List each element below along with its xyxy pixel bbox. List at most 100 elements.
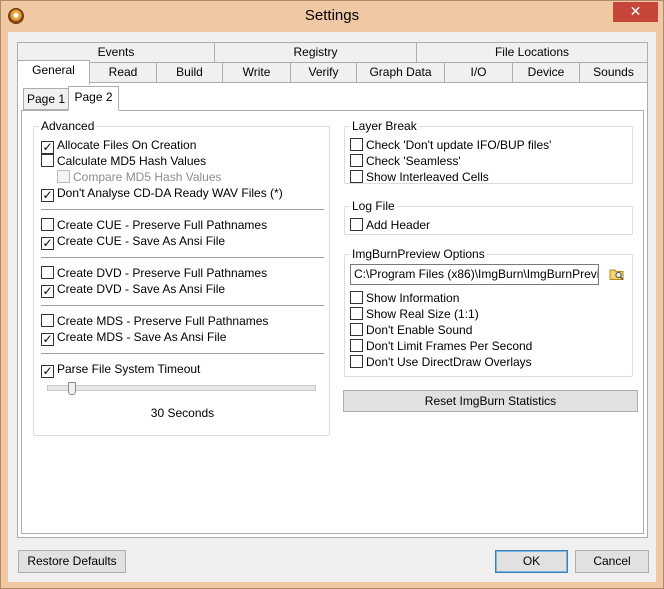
subtab-label: Page 2 xyxy=(74,90,113,104)
checkbox-label: Don't Enable Sound xyxy=(366,323,473,337)
checkbox-label: Add Header xyxy=(366,218,431,232)
checkbox-box[interactable] xyxy=(350,355,363,368)
separator xyxy=(41,353,324,354)
checkbox-box[interactable] xyxy=(350,339,363,352)
layer-break-group-title: Layer Break xyxy=(350,119,419,133)
tab-label: General xyxy=(32,63,75,77)
tab-verify[interactable]: Verify xyxy=(290,62,357,83)
checkbox-label: Show Interleaved Cells xyxy=(366,170,489,184)
tab-sounds[interactable]: Sounds xyxy=(579,62,648,83)
checkbox-label: Allocate Files On Creation xyxy=(57,138,197,152)
checkbox-box[interactable]: ✓ xyxy=(41,365,54,378)
window-title: Settings xyxy=(304,7,360,24)
checkbox-box[interactable]: ✓ xyxy=(41,141,54,154)
advanced-group-title: Advanced xyxy=(39,119,97,133)
checkbox-label: Show Real Size (1:1) xyxy=(366,307,479,321)
checkbox-box[interactable] xyxy=(350,138,363,151)
tab-label: Write xyxy=(242,65,271,79)
reset-statistics-button[interactable]: Reset ImgBurn Statistics xyxy=(343,390,638,412)
tab-label: Registry xyxy=(293,45,338,59)
tab-label: Events xyxy=(97,45,135,59)
timeout-value-label: 30 Seconds xyxy=(150,406,215,420)
tab-file-locations[interactable]: File Locations xyxy=(416,42,648,63)
checkbox-box[interactable] xyxy=(350,323,363,336)
show-information-checkbox[interactable]: Show Information xyxy=(350,291,459,307)
checkbox-label: Don't Limit Frames Per Second xyxy=(366,339,533,353)
add-header-checkbox[interactable]: Add Header xyxy=(350,218,430,234)
checkbox-box[interactable] xyxy=(350,218,363,231)
parse-timeout-checkbox[interactable]: ✓ Parse File System Timeout xyxy=(41,362,200,378)
checkbox-label: Don't Analyse CD-DA Ready WAV Files (*) xyxy=(57,186,283,200)
checkbox-label: Create CUE - Save As Ansi File xyxy=(57,234,226,248)
dvd-ansi-checkbox[interactable]: ✓ Create DVD - Save As Ansi File xyxy=(41,282,225,298)
checkbox-label: Create DVD - Preserve Full Pathnames xyxy=(57,266,268,280)
tab-label: File Locations xyxy=(494,45,570,59)
separator xyxy=(41,305,324,306)
dont-use-directdraw-checkbox[interactable]: Don't Use DirectDraw Overlays xyxy=(350,355,532,371)
checkbox-box[interactable] xyxy=(350,170,363,183)
tab-label: I/O xyxy=(470,65,487,79)
tab-label: Read xyxy=(108,65,138,79)
tab-label: Graph Data xyxy=(369,65,432,79)
checkbox-box[interactable]: ✓ xyxy=(41,333,54,346)
mds-preserve-checkbox[interactable]: Create MDS - Preserve Full Pathnames xyxy=(41,314,268,330)
interleaved-cells-checkbox[interactable]: Show Interleaved Cells xyxy=(350,170,489,186)
subtab-page-2[interactable]: Page 2 xyxy=(68,86,119,111)
tab-write[interactable]: Write xyxy=(222,62,291,83)
preview-path-input[interactable]: C:\Program Files (x86)\ImgBurn\ImgBurnPr… xyxy=(350,264,599,285)
tab-graph-data[interactable]: Graph Data xyxy=(356,62,445,83)
checkbox-label: Create MDS - Preserve Full Pathnames xyxy=(57,314,269,328)
cue-preserve-checkbox[interactable]: Create CUE - Preserve Full Pathnames xyxy=(41,218,267,234)
timeout-slider-thumb[interactable] xyxy=(67,382,76,395)
checkbox-box[interactable] xyxy=(41,218,54,231)
checkbox-label: Show Information xyxy=(366,291,460,305)
tab-device[interactable]: Device xyxy=(512,62,580,83)
checkbox-label: Create DVD - Save As Ansi File xyxy=(57,282,226,296)
dont-analyse-cdda-checkbox[interactable]: ✓ Don't Analyse CD-DA Ready WAV Files (*) xyxy=(41,186,283,202)
advanced-group: Advanced ✓ Allocate Files On Creation Cal… xyxy=(33,119,330,436)
dont-update-ifo-checkbox[interactable]: Check 'Don't update IFO/BUP files' xyxy=(350,138,551,154)
tab-general[interactable]: General xyxy=(17,60,90,85)
checkbox-label: Create MDS - Save As Ansi File xyxy=(57,330,227,344)
cue-ansi-checkbox[interactable]: ✓ Create CUE - Save As Ansi File xyxy=(41,234,225,250)
tab-build[interactable]: Build xyxy=(156,62,223,83)
checkbox-box[interactable]: ✓ xyxy=(41,285,54,298)
checkbox-box[interactable] xyxy=(350,307,363,320)
dont-limit-fps-checkbox[interactable]: Don't Limit Frames Per Second xyxy=(350,339,532,355)
tab-registry[interactable]: Registry xyxy=(214,42,417,63)
compare-md5-checkbox[interactable]: Compare MD5 Hash Values xyxy=(57,170,222,186)
calculate-md5-checkbox[interactable]: Calculate MD5 Hash Values xyxy=(41,154,206,170)
checkbox-box[interactable] xyxy=(57,170,70,183)
tab-label: Verify xyxy=(308,65,339,79)
seamless-checkbox[interactable]: Check 'Seamless' xyxy=(350,154,461,170)
show-real-size-checkbox[interactable]: Show Real Size (1:1) xyxy=(350,307,479,323)
checkbox-box[interactable]: ✓ xyxy=(41,189,54,202)
cancel-button[interactable]: Cancel xyxy=(575,550,649,573)
timeout-slider-track[interactable] xyxy=(47,385,316,391)
subtab-page-1[interactable]: Page 1 xyxy=(23,88,69,110)
close-button[interactable]: ✕ xyxy=(613,2,658,22)
checkbox-box[interactable] xyxy=(350,291,363,304)
log-file-group-title: Log File xyxy=(350,199,397,213)
checkbox-box[interactable] xyxy=(350,154,363,167)
restore-defaults-button[interactable]: Restore Defaults xyxy=(18,550,126,573)
checkbox-box[interactable]: ✓ xyxy=(41,237,54,250)
checkbox-label: Don't Use DirectDraw Overlays xyxy=(366,355,532,369)
ok-button[interactable]: OK xyxy=(495,550,568,573)
dvd-preserve-checkbox[interactable]: Create DVD - Preserve Full Pathnames xyxy=(41,266,267,282)
subtab-label: Page 1 xyxy=(26,92,66,106)
close-icon: ✕ xyxy=(629,3,642,19)
dont-enable-sound-checkbox[interactable]: Don't Enable Sound xyxy=(350,323,472,339)
mds-ansi-checkbox[interactable]: ✓ Create MDS - Save As Ansi File xyxy=(41,330,226,346)
checkbox-box[interactable] xyxy=(41,266,54,279)
checkbox-box[interactable] xyxy=(41,314,54,327)
tab-read[interactable]: Read xyxy=(89,62,157,83)
page-2-panel: Advanced ✓ Allocate Files On Creation Cal… xyxy=(21,110,644,534)
checkbox-box[interactable] xyxy=(41,154,54,167)
tab-io[interactable]: I/O xyxy=(444,62,513,83)
allocate-files-checkbox[interactable]: ✓ Allocate Files On Creation xyxy=(41,138,196,154)
title-bar[interactable]: Settings ✕ xyxy=(1,1,663,32)
folder-search-icon[interactable] xyxy=(609,267,625,281)
checkbox-label: Parse File System Timeout xyxy=(57,362,201,376)
dialog-client: Events Registry File Locations General R… xyxy=(8,32,656,582)
